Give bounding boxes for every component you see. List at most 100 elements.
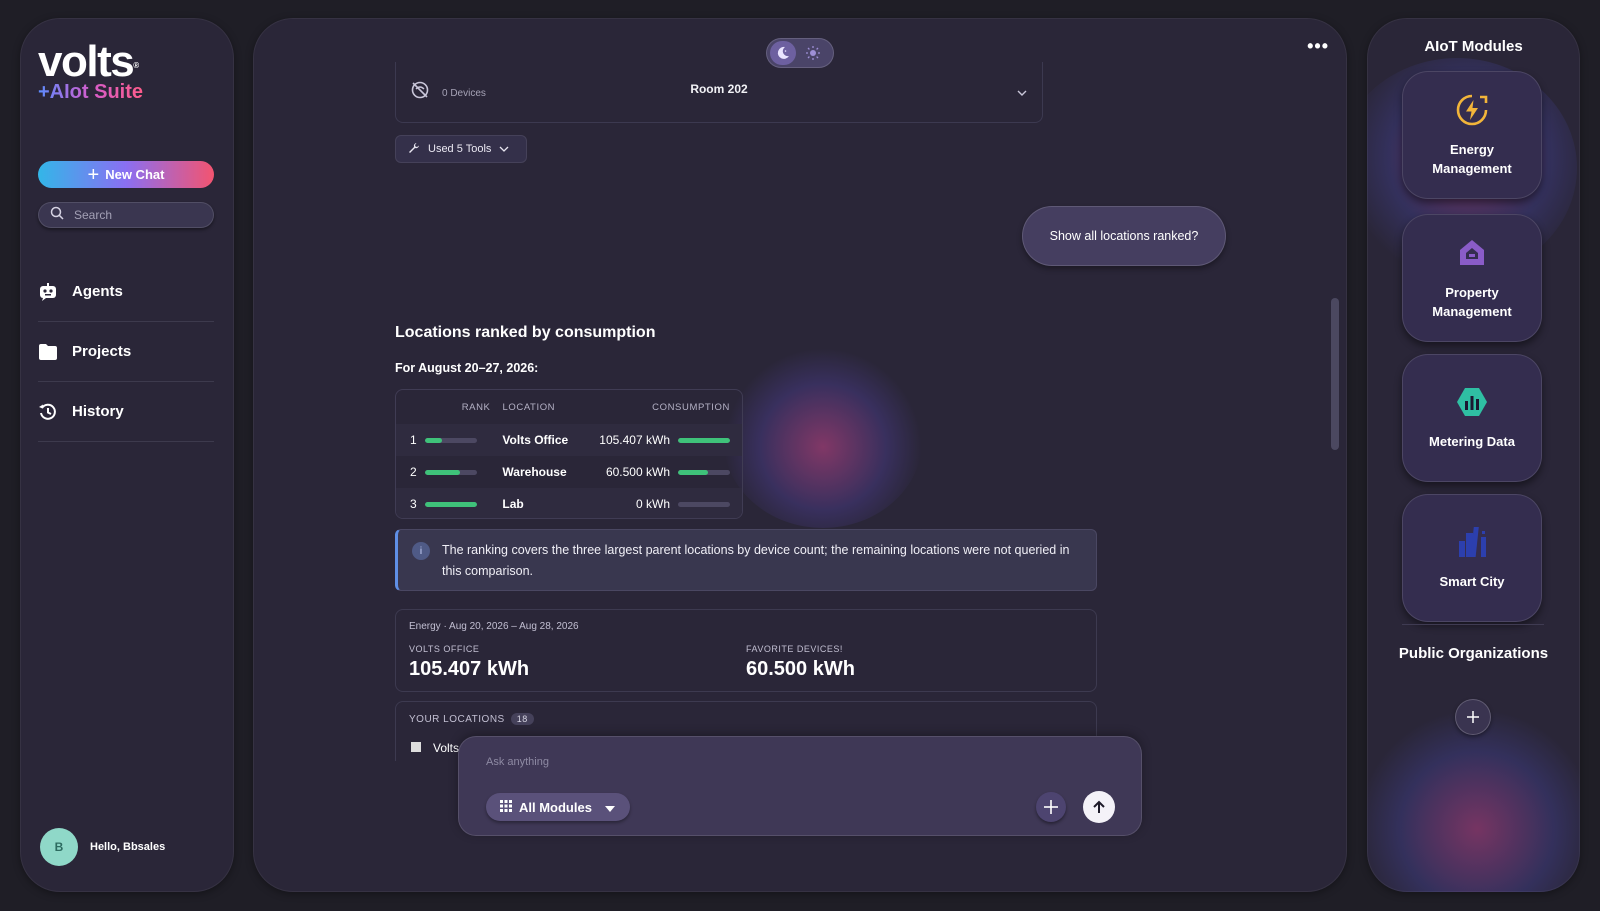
rank-number: 2 [410, 465, 417, 479]
metric-label: VOLTS OFFICE [409, 644, 480, 654]
locations-count-badge: 18 [510, 713, 534, 725]
metric-favorite-devices: FAVORITE DEVICES! 60.500 kWh [746, 644, 1083, 681]
header-location: LOCATION [502, 401, 556, 413]
city-buildings-icon [1455, 525, 1489, 564]
ranking-table: RANK LOCATION CONSUMPTION 1 Volts Office 1… [395, 389, 743, 519]
logo-suite-name: +AIot Suite [38, 81, 144, 103]
folder-icon [38, 342, 58, 362]
chevron-down-icon [499, 143, 509, 155]
logo-registered-mark: ® [133, 61, 139, 70]
consumption-value: 105.407 kWh [599, 433, 670, 447]
rank-bar-fill [424, 501, 477, 507]
arrow-up-icon [1093, 800, 1105, 813]
chat-composer: All Modules [458, 736, 1142, 836]
plus-icon [1467, 711, 1479, 723]
consumption-bar-fill [678, 469, 708, 475]
info-icon: i [412, 542, 430, 560]
chat-input[interactable] [486, 756, 986, 768]
rank-bar [424, 501, 477, 507]
used-tools-label: Used 5 Tools [428, 143, 492, 155]
rank-number: 1 [410, 433, 417, 447]
module-energy-management[interactable]: Energy Management [1402, 71, 1542, 199]
rank-bar [424, 437, 477, 443]
module-smart-city[interactable]: Smart City [1402, 494, 1542, 622]
search-icon [50, 206, 64, 225]
public-organizations-title: Public Organizations [1398, 645, 1549, 662]
module-property-management[interactable]: Property Management [1402, 214, 1542, 342]
module-select[interactable]: All Modules [486, 793, 630, 821]
consumption-bar [678, 501, 730, 507]
module-label: Property Management [1432, 284, 1512, 319]
response-date-range: For August 20–27, 2026: [395, 361, 539, 375]
module-label: Energy Management [1432, 141, 1512, 176]
send-button[interactable] [1083, 791, 1115, 823]
rank-bar-fill [424, 437, 442, 443]
module-select-label: All Modules [519, 799, 592, 815]
module-label: Metering Data [1429, 434, 1515, 449]
search-box[interactable] [38, 202, 214, 228]
energy-summary-card: Energy · Aug 20, 2026 – Aug 28, 2026 VOL… [395, 609, 1097, 692]
metric-volts-office: VOLTS OFFICE 105.407 kWh [409, 644, 746, 681]
modules-title: AIoT Modules [1424, 38, 1523, 55]
module-label: Smart City [1439, 574, 1505, 589]
location-cell: Warehouse [502, 465, 567, 479]
locations-label: YOUR LOCATIONS [409, 713, 505, 725]
divider [1402, 624, 1544, 625]
table-row: 3 Lab 0 kWh [396, 488, 742, 518]
search-input[interactable] [74, 208, 194, 222]
decorative-glow [1367, 708, 1580, 892]
property-house-icon [1455, 236, 1489, 275]
sidebar-item-agents[interactable]: Agents [38, 262, 214, 322]
modules-panel: AIoT Modules Energy Management Property … [1367, 18, 1580, 892]
rank-cell: 1 [396, 433, 502, 447]
metric-label: FAVORITE DEVICES! [746, 644, 843, 654]
attach-button[interactable] [1036, 792, 1066, 822]
scrollbar-thumb[interactable] [1331, 298, 1339, 450]
rank-bar-fill [424, 469, 460, 475]
sidebar-item-history[interactable]: History [38, 382, 214, 442]
location-cell: Lab [502, 497, 524, 511]
table-row: 2 Warehouse 60.500 kWh [396, 456, 742, 488]
metric-value: 60.500 kWh [746, 658, 855, 680]
location-cell: Volts Office [502, 433, 569, 447]
plus-icon [1044, 800, 1058, 814]
consumption-value: 0 kWh [635, 497, 670, 511]
table-row: 1 Volts Office 105.407 kWh [396, 424, 742, 456]
chevron-down-icon[interactable] [1016, 84, 1028, 102]
user-message-bubble: Show all locations ranked? [1022, 206, 1226, 266]
plus-icon: + [87, 163, 100, 186]
caret-down-icon [604, 800, 615, 815]
logo-wordmark: volts [38, 37, 135, 86]
used-tools-button[interactable]: Used 5 Tools [395, 135, 527, 163]
sidebar-item-label: Projects [72, 343, 132, 360]
robot-icon [38, 282, 58, 302]
user-profile[interactable]: B Hello, Bbsales [40, 828, 165, 866]
rank-cell: 2 [396, 465, 502, 479]
history-icon [38, 402, 58, 422]
chat-main-panel: ••• Room 202 0 Devices Used 5 Tools Show… [253, 18, 1347, 892]
rank-cell: 3 [396, 497, 502, 511]
more-options-button[interactable]: ••• [1307, 36, 1329, 57]
room-card[interactable]: Room 202 0 Devices [395, 62, 1043, 123]
energy-card-header: Energy · Aug 20, 2026 – Aug 28, 2026 [409, 621, 579, 632]
consumption-bar-fill [678, 437, 730, 443]
header-consumption: CONSUMPTION [652, 401, 730, 413]
info-text: The ranking covers the three largest par… [442, 543, 1070, 578]
new-chat-button[interactable]: + New Chat [38, 161, 214, 188]
building-icon [409, 739, 423, 756]
new-chat-label: New Chat [105, 167, 165, 182]
add-organization-button[interactable] [1455, 699, 1491, 735]
rank-bar [424, 469, 477, 475]
grid-icon [500, 799, 512, 815]
volts-logo[interactable]: volts® +AIot Suite [38, 37, 144, 103]
metric-value: 105.407 kWh [409, 658, 530, 680]
sidebar-item-label: History [72, 403, 124, 420]
consumption-bar [678, 437, 730, 443]
consumption-cell: 60.500 kWh [598, 465, 742, 479]
energy-bolt-icon [1455, 93, 1489, 132]
metering-chart-icon [1455, 385, 1489, 424]
sidebar-item-projects[interactable]: Projects [38, 322, 214, 382]
user-greeting: Hello, Bbsales [90, 841, 166, 853]
module-metering-data[interactable]: Metering Data [1402, 354, 1542, 482]
left-sidebar: volts® +AIot Suite + New Chat Agents Pro… [20, 18, 234, 892]
